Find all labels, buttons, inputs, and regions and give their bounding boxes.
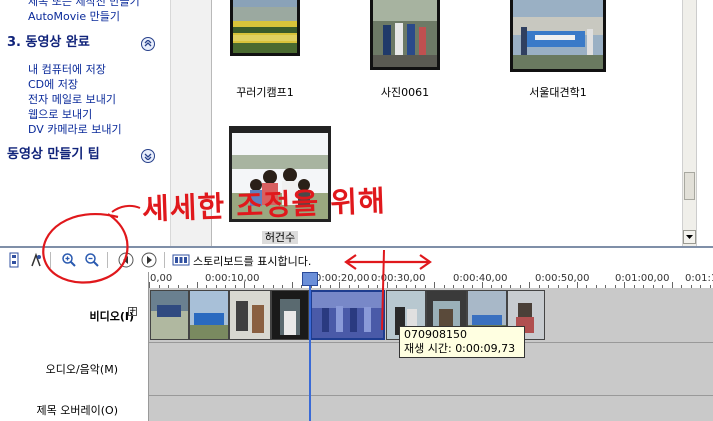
timeline-clip[interactable] — [189, 290, 229, 340]
section-finish-movie-title: 3. 동영상 완료 — [7, 35, 90, 50]
ruler-label: 0:00:10,00 — [205, 273, 260, 284]
chevron-up-icon — [144, 40, 152, 47]
storyboard-icon[interactable] — [172, 252, 190, 268]
playback-indicator[interactable] — [309, 272, 311, 421]
link-save-to-computer[interactable]: 내 컴퓨터에 저장 — [28, 63, 106, 76]
zoom-out-icon[interactable] — [84, 252, 100, 268]
title-overlay-track[interactable] — [149, 396, 713, 421]
clip-caption: 꾸러기캠프1 — [236, 86, 294, 99]
clip-thumbnail — [510, 0, 606, 72]
expand-video-track-button[interactable]: + — [128, 307, 137, 316]
ruler-label: 0:00:30,00 — [371, 273, 426, 284]
clip-thumbnail — [230, 0, 300, 56]
ruler-label: 0:00:40,00 — [453, 273, 508, 284]
track-label-title-overlay: 제목 오버레이(O) — [36, 404, 118, 417]
timeline-clip-selected[interactable] — [310, 290, 385, 340]
clip-caption: 허건수 — [210, 229, 350, 245]
collapse-section-button[interactable] — [141, 37, 155, 51]
scrollbar-thumb[interactable] — [684, 172, 695, 200]
section-movie-tips-title: 동영상 만들기 팁 — [7, 147, 100, 162]
playback-indicator-handle[interactable] — [302, 272, 318, 286]
ruler-label: 0:00:50,00 — [535, 273, 590, 284]
tooltip-duration-label: 재생 시간: — [404, 342, 452, 355]
link-automovie[interactable]: AutoMovie 만들기 — [28, 10, 120, 23]
tooltip-duration-value: 0:00:09,73 — [455, 342, 516, 355]
timeline-toolbar: 스토리보드를 표시합니다. — [0, 248, 713, 273]
timeline-clip[interactable] — [271, 290, 309, 340]
link-save-to-cd[interactable]: CD에 저장 — [28, 78, 78, 91]
chevron-down-icon — [144, 153, 152, 160]
rewind-icon[interactable] — [118, 252, 134, 268]
play-icon[interactable] — [141, 252, 157, 268]
ruler-label: 0:01:1 — [685, 273, 713, 284]
track-headers: 비디오(I) + 오디오/음악(M) 제목 오버레이(O) — [0, 272, 149, 421]
tooltip-clip-name: 070908150 — [404, 328, 467, 341]
narrate-icon[interactable] — [28, 252, 44, 268]
clip-thumbnail — [370, 0, 440, 70]
link-send-email[interactable]: 전자 메일로 보내기 — [28, 93, 116, 106]
clip-caption: 사진0061 — [380, 86, 430, 99]
clip-caption: 서울대견학1 — [529, 86, 587, 99]
triangle-down-icon — [686, 235, 693, 239]
expand-tips-button[interactable] — [141, 149, 155, 163]
link-send-dv-camera[interactable]: DV 카메라로 보내기 — [28, 123, 122, 136]
timeline-clip[interactable] — [150, 290, 189, 340]
clip-tooltip: 070908150 재생 시간: 0:00:09,73 — [399, 326, 525, 358]
tooltip-duration-row: 재생 시간: 0:00:09,73 — [404, 342, 520, 356]
show-storyboard-button[interactable]: 스토리보드를 표시합니다. — [193, 253, 311, 269]
annotation-text: 세세한 조정을 위해 — [141, 183, 387, 227]
timeline-ruler[interactable]: 0,00 0:00:10,00 0:00:20,00 0:00:30,00 0:… — [149, 272, 713, 289]
link-send-web[interactable]: 웹으로 보내기 — [28, 108, 92, 121]
timeline-clip[interactable] — [229, 290, 271, 340]
storyboard-timeline-icon[interactable] — [6, 252, 22, 268]
zoom-in-icon[interactable] — [61, 252, 77, 268]
collection-scrollbar[interactable] — [682, 0, 696, 246]
link-make-titles[interactable]: 제목 또는 제작진 만들기 — [28, 0, 140, 8]
ruler-label: 0:00:20,00 — [315, 273, 370, 284]
scroll-down-button[interactable] — [683, 230, 696, 244]
preview-panel-edge — [696, 0, 713, 246]
track-label-audio: 오디오/음악(M) — [45, 363, 118, 376]
ruler-label: 0,00 — [150, 273, 173, 284]
